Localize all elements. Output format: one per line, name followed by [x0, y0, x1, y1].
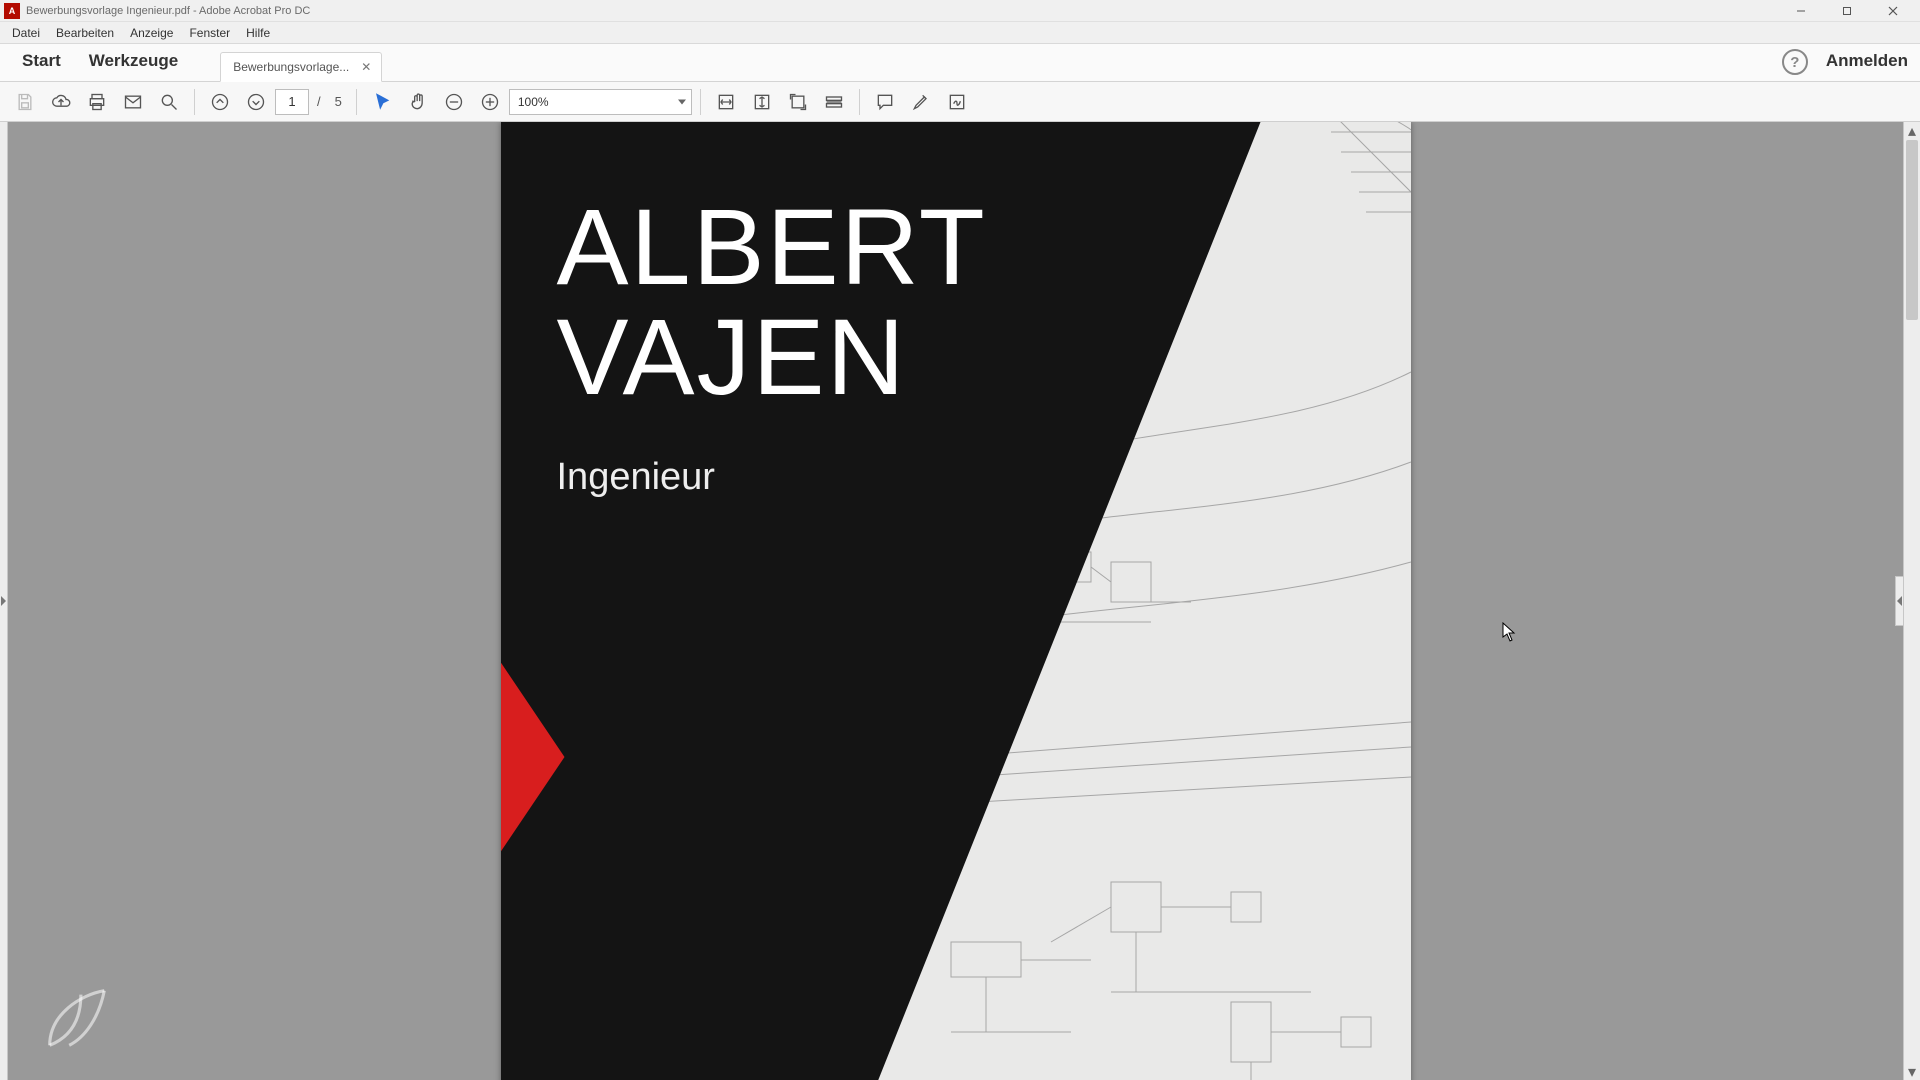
hand-tool-icon[interactable]: [401, 86, 435, 118]
page-separator: /: [311, 94, 327, 109]
menu-hilfe[interactable]: Hilfe: [238, 22, 278, 43]
menu-anzeige[interactable]: Anzeige: [122, 22, 181, 43]
highlight-icon[interactable]: [904, 86, 938, 118]
menu-fenster[interactable]: Fenster: [181, 22, 238, 43]
tab-close-icon[interactable]: ✕: [359, 60, 373, 74]
zoom-out-icon[interactable]: [437, 86, 471, 118]
search-icon[interactable]: [152, 86, 186, 118]
fit-page-icon[interactable]: [745, 86, 779, 118]
menu-bar: Datei Bearbeiten Anzeige Fenster Hilfe: [0, 22, 1920, 44]
role-text: Ingenieur: [557, 456, 987, 499]
page-down-icon[interactable]: [239, 86, 273, 118]
scrollbar-thumb[interactable]: [1906, 140, 1918, 320]
save-icon[interactable]: [8, 86, 42, 118]
window-title: Bewerbungsvorlage Ingenieur.pdf - Adobe …: [26, 5, 310, 17]
tab-start[interactable]: Start: [8, 43, 75, 81]
scroll-up-icon[interactable]: ▴: [1904, 122, 1920, 139]
sign-icon[interactable]: [940, 86, 974, 118]
minimize-button[interactable]: [1778, 0, 1824, 22]
fit-visible-icon[interactable]: [781, 86, 815, 118]
help-label: ?: [1790, 54, 1799, 71]
cloud-upload-icon[interactable]: [44, 86, 78, 118]
print-icon[interactable]: [80, 86, 114, 118]
tab-document[interactable]: Bewerbungsvorlage... ✕: [220, 52, 382, 82]
page-up-icon[interactable]: [203, 86, 237, 118]
page-total: 5: [329, 94, 348, 109]
tab-tools[interactable]: Werkzeuge: [75, 43, 192, 81]
comment-icon[interactable]: [868, 86, 902, 118]
scroll-down-icon[interactable]: ▾: [1904, 1063, 1920, 1080]
signin-link[interactable]: Anmelden: [1822, 43, 1912, 81]
fit-width-icon[interactable]: [709, 86, 743, 118]
email-icon[interactable]: [116, 86, 150, 118]
left-panel-toggle[interactable]: [0, 122, 8, 1080]
watermark-logo: [38, 979, 116, 1062]
tab-row: Start Werkzeuge Bewerbungsvorlage... ✕ ?…: [0, 44, 1920, 82]
menu-datei[interactable]: Datei: [4, 22, 48, 43]
document-workspace: ALBERT VAJEN Ingenieur ▴ ▾: [0, 122, 1920, 1080]
toolbar-separator: [700, 89, 701, 115]
tab-document-label: Bewerbungsvorlage...: [233, 60, 349, 74]
toolbar-separator: [859, 89, 860, 115]
name-first: ALBERT: [557, 192, 987, 302]
toolbar: / 5: [0, 82, 1920, 122]
read-mode-icon[interactable]: [817, 86, 851, 118]
right-panel-toggle[interactable]: [1895, 576, 1903, 626]
zoom-in-icon[interactable]: [473, 86, 507, 118]
document-canvas[interactable]: ALBERT VAJEN Ingenieur: [8, 122, 1903, 1080]
maximize-button[interactable]: [1824, 0, 1870, 22]
title-bar: A Bewerbungsvorlage Ingenieur.pdf - Adob…: [0, 0, 1920, 22]
toolbar-separator: [356, 89, 357, 115]
close-button[interactable]: [1870, 0, 1916, 22]
name-last: VAJEN: [557, 302, 987, 412]
menu-bearbeiten[interactable]: Bearbeiten: [48, 22, 122, 43]
help-icon[interactable]: ?: [1782, 49, 1808, 75]
page-number-input[interactable]: [275, 89, 309, 115]
name-block: ALBERT VAJEN Ingenieur: [557, 192, 987, 499]
pdf-page: ALBERT VAJEN Ingenieur: [501, 122, 1411, 1080]
selection-tool-icon[interactable]: [365, 86, 399, 118]
toolbar-separator: [194, 89, 195, 115]
vertical-scrollbar[interactable]: ▴ ▾: [1903, 122, 1920, 1080]
app-icon: A: [4, 3, 20, 19]
zoom-select[interactable]: [509, 89, 692, 115]
